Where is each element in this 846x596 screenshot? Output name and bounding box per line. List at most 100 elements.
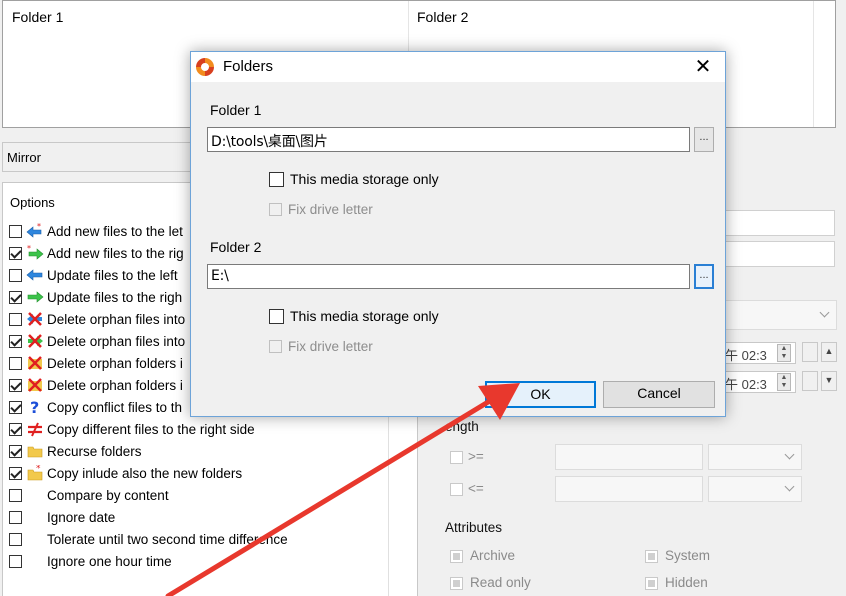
options-title: Options (10, 195, 55, 210)
scroll-down-arrow[interactable]: ▼ (821, 371, 837, 391)
date-mode-select[interactable] (725, 300, 837, 330)
svg-text:?: ? (30, 399, 39, 415)
folder2-path-input[interactable]: E:\ (207, 264, 690, 289)
time-to-spinner[interactable]: ▲ ▼ (777, 373, 791, 391)
scroll-up-arrow[interactable]: ▲ (821, 342, 837, 362)
folder2-fix-drive-label: Fix drive letter (288, 339, 373, 354)
option-checkbox[interactable] (9, 334, 22, 348)
option-checkbox[interactable] (9, 290, 22, 304)
length-lte-input[interactable] (555, 476, 703, 502)
option-checkbox[interactable] (9, 268, 22, 282)
folder1-browse-button[interactable]: ... (694, 127, 714, 152)
svg-text:*: * (37, 223, 41, 231)
option-row[interactable]: Compare by content (9, 485, 169, 505)
folder1-fix-drive-checkbox[interactable] (269, 203, 282, 216)
folder2-label: Folder 2 (210, 239, 262, 255)
attr-readonly-label: Read only (470, 575, 531, 590)
folder2-media-only-checkbox[interactable] (269, 308, 284, 324)
folder1-fix-drive-row[interactable]: Fix drive letter (269, 202, 373, 217)
option-row[interactable]: Update files to the righ (9, 287, 182, 307)
cancel-button[interactable]: Cancel (603, 381, 715, 408)
length-group-label: ength (445, 419, 479, 434)
add-right-icon: * (26, 245, 44, 261)
option-label: Copy inlude also the new folders (47, 465, 243, 481)
option-row[interactable]: Ignore date (9, 507, 115, 527)
time-from-spinner[interactable]: ▲ ▼ (777, 344, 791, 362)
option-row[interactable]: ? Copy conflict files to th (9, 397, 182, 417)
option-checkbox[interactable] (9, 378, 22, 392)
folder1-media-only-row[interactable]: This media storage only (269, 171, 439, 187)
folder2-fix-drive-row[interactable]: Fix drive letter (269, 339, 373, 354)
attr-archive-checkbox[interactable] (450, 550, 463, 563)
option-label: Delete orphan files into (47, 333, 186, 349)
option-row[interactable]: Copy different files to the right side (9, 419, 255, 439)
option-row[interactable]: Update files to the left (9, 265, 178, 285)
time-to-value: 午 02:3 (725, 377, 767, 392)
filter-field[interactable] (725, 210, 835, 236)
option-label: Update files to the righ (47, 289, 183, 305)
folder1-media-only-checkbox[interactable] (269, 171, 284, 187)
option-checkbox[interactable] (9, 312, 22, 326)
option-checkbox[interactable] (9, 532, 22, 546)
svg-text:*: * (36, 465, 41, 474)
filter-field[interactable] (725, 241, 835, 267)
dialog-titlebar[interactable]: Folders ✕ (191, 52, 725, 82)
option-checkbox[interactable] (9, 356, 22, 370)
add-left-icon: * (26, 223, 44, 239)
folder2-media-only-row[interactable]: This media storage only (269, 308, 439, 324)
app-logo-icon (196, 58, 214, 76)
column-header-folder1[interactable]: Folder 1 (12, 9, 63, 25)
delete-folders-right-icon (26, 377, 44, 393)
dialog-title: Folders (223, 58, 274, 75)
option-checkbox[interactable] (9, 488, 22, 502)
option-checkbox[interactable] (9, 510, 22, 524)
length-lte-label: <= (468, 481, 484, 496)
option-checkbox[interactable] (9, 422, 22, 436)
attributes-group-label: Attributes (445, 520, 503, 535)
attr-system-checkbox[interactable] (645, 550, 658, 563)
option-label: Recurse folders (47, 443, 142, 459)
folder2-media-only-label: This media storage only (290, 308, 439, 324)
option-label: Delete orphan folders i (47, 355, 183, 371)
option-checkbox[interactable] (9, 246, 22, 260)
attr-readonly-checkbox[interactable] (450, 577, 463, 590)
svg-text:*: * (27, 245, 31, 253)
length-gte-input[interactable] (555, 444, 703, 470)
folder-icon (26, 443, 44, 459)
not-equal-icon (26, 421, 44, 437)
close-icon[interactable]: ✕ (691, 55, 715, 79)
attr-archive-label: Archive (470, 548, 516, 563)
folder1-label: Folder 1 (210, 102, 262, 118)
option-row[interactable]: Ignore one hour time (9, 551, 172, 571)
column-header-folder2[interactable]: Folder 2 (417, 9, 468, 25)
folder2-browse-button[interactable]: ... (694, 264, 714, 289)
length-gte-checkbox[interactable] (450, 451, 463, 464)
attr-hidden-checkbox[interactable] (645, 577, 658, 590)
option-label: Ignore one hour time (47, 553, 172, 569)
option-row[interactable]: * Add new files to the rig (9, 243, 184, 263)
option-checkbox[interactable] (9, 554, 22, 568)
option-checkbox[interactable] (9, 224, 22, 238)
length-lte-checkbox[interactable] (450, 483, 463, 496)
option-row[interactable]: * Copy inlude also the new folders (9, 463, 242, 483)
option-label: Add new files to the let (47, 223, 183, 239)
length-gte-unit-select[interactable] (708, 444, 802, 470)
time-from-button[interactable] (802, 342, 818, 362)
length-lte-unit-select[interactable] (708, 476, 802, 502)
folder2-fix-drive-checkbox[interactable] (269, 340, 282, 353)
option-checkbox[interactable] (9, 444, 22, 458)
option-row[interactable]: Tolerate until two second time differenc… (9, 529, 288, 549)
time-to-button[interactable] (802, 371, 818, 391)
option-row[interactable]: Delete orphan files into (9, 309, 185, 329)
option-checkbox[interactable] (9, 400, 22, 414)
option-checkbox[interactable] (9, 466, 22, 480)
option-label: Compare by content (47, 487, 169, 503)
ok-button[interactable]: OK (485, 381, 596, 408)
option-row[interactable]: * Add new files to the let (9, 221, 183, 241)
option-label: Copy conflict files to th (47, 399, 183, 415)
option-row[interactable]: Recurse folders (9, 441, 142, 461)
option-row[interactable]: Delete orphan folders i (9, 353, 183, 373)
folder1-path-input[interactable]: D:\tools\桌面\图片 (207, 127, 690, 152)
option-row[interactable]: Delete orphan folders i (9, 375, 183, 395)
option-row[interactable]: Delete orphan files into (9, 331, 185, 351)
